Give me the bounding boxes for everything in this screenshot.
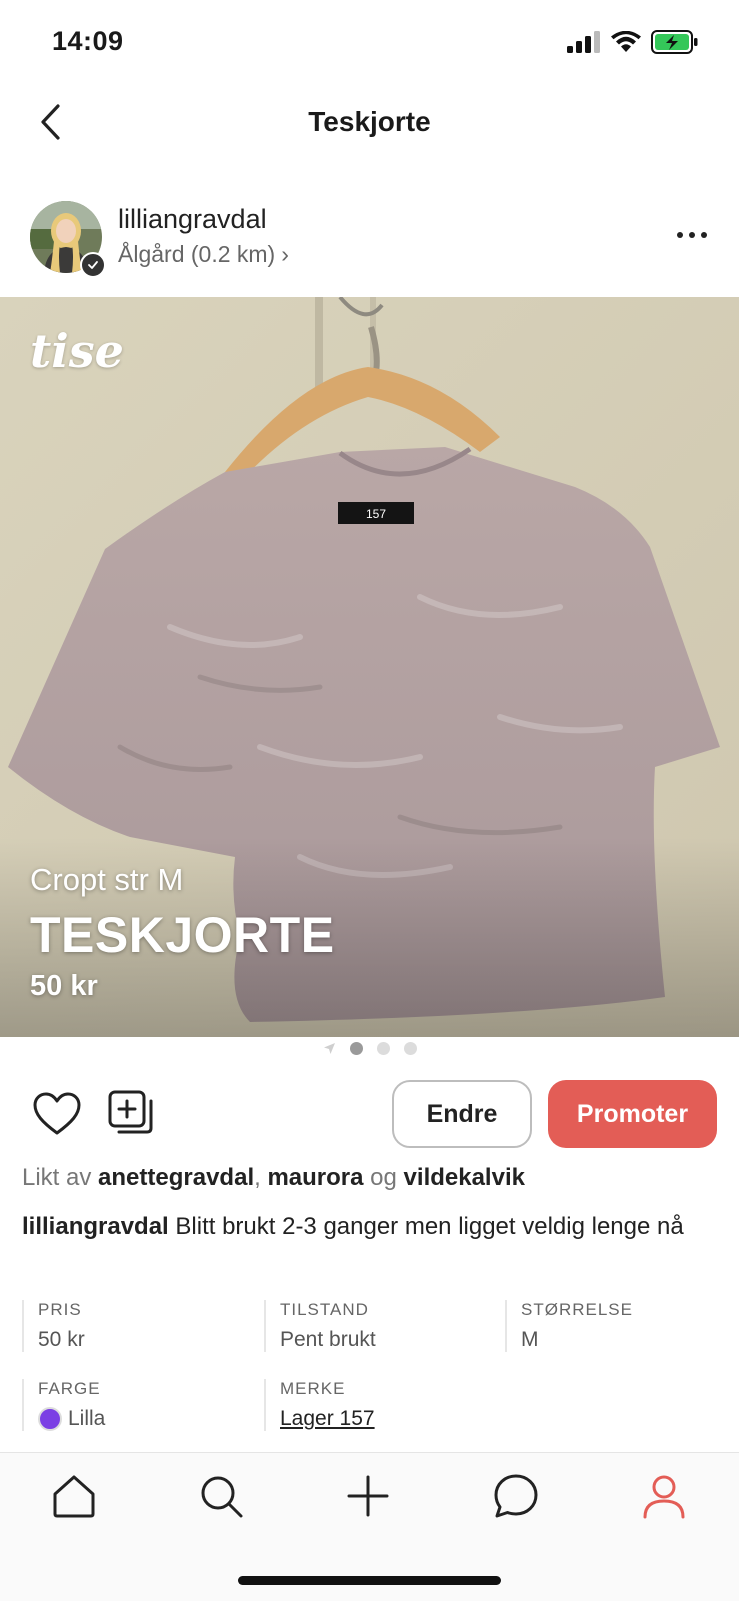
location-arrow-icon — [323, 1043, 335, 1054]
more-dot-icon — [701, 232, 707, 238]
pager-dot[interactable] — [403, 1042, 417, 1055]
battery-icon — [651, 30, 698, 54]
signal-icon — [567, 31, 600, 53]
tise-watermark-logo: tise — [30, 324, 124, 378]
search-icon — [201, 1476, 243, 1518]
attr-color: FARGE Lilla — [22, 1379, 105, 1431]
svg-text:157: 157 — [366, 507, 386, 521]
liked-by-prefix: Likt av — [22, 1164, 92, 1191]
pager-dot-active[interactable] — [349, 1042, 363, 1055]
add-to-collection-icon — [108, 1090, 153, 1134]
brand-link[interactable]: Lager 157 — [280, 1407, 375, 1431]
attr-price-label: PRIS — [38, 1300, 82, 1319]
status-icons — [567, 30, 699, 54]
attr-size-value: M — [521, 1328, 539, 1351]
tab-search[interactable] — [197, 1472, 245, 1520]
wifi-icon — [611, 31, 641, 52]
photo-pager[interactable] — [0, 1042, 739, 1055]
tab-messages[interactable] — [492, 1472, 540, 1520]
attr-condition-value: Pent brukt — [280, 1328, 376, 1351]
color-swatch-icon — [38, 1407, 62, 1431]
attr-condition: TILSTAND Pent brukt — [264, 1300, 376, 1352]
promote-button[interactable]: Promoter — [548, 1080, 717, 1148]
attr-color-label: FARGE — [38, 1379, 101, 1398]
photo-subtitle: Cropt str M — [30, 862, 184, 897]
liked-by-conjunction: og — [370, 1164, 397, 1191]
home-icon — [53, 1475, 95, 1518]
tab-home[interactable] — [50, 1472, 98, 1520]
liked-by-user[interactable]: anettegravdal — [98, 1164, 254, 1191]
plus-icon — [347, 1475, 389, 1517]
status-time: 14:09 — [52, 26, 124, 56]
heart-icon — [33, 1092, 81, 1135]
more-dot-icon — [677, 232, 683, 238]
item-description: lilliangravdal Blitt brukt 2-3 ganger me… — [22, 1208, 712, 1246]
tab-profile[interactable] — [640, 1472, 688, 1520]
liked-by-user[interactable]: maurora — [267, 1164, 363, 1191]
profile-icon — [643, 1475, 685, 1519]
seller-username[interactable]: lilliangravdal — [118, 204, 267, 235]
chat-icon — [494, 1474, 538, 1518]
more-dot-icon — [689, 232, 695, 238]
attr-color-value: Lilla — [68, 1407, 106, 1430]
photo-title: TESKJORTE — [30, 907, 335, 963]
attr-price-value: 50 kr — [38, 1328, 85, 1351]
seller-location-text: Ålgård (0.2 km) — [118, 241, 276, 267]
attr-size-label: STØRRELSE — [521, 1300, 633, 1319]
attr-brand-label: MERKE — [280, 1379, 346, 1398]
liked-by-separator: , — [254, 1164, 261, 1191]
liked-by-user[interactable]: vildekalvik — [404, 1164, 525, 1191]
chevron-right-icon: › — [281, 241, 289, 267]
page-title: Teskjorte — [308, 106, 431, 137]
attr-brand: MERKE Lager 157 — [264, 1379, 375, 1431]
photo-price: 50 kr — [30, 970, 98, 1002]
description-author[interactable]: lilliangravdal — [22, 1213, 169, 1240]
description-text: Blitt brukt 2-3 ganger men ligget veldig… — [175, 1213, 684, 1240]
like-button[interactable] — [32, 1091, 82, 1137]
save-to-collection-button[interactable] — [107, 1089, 157, 1139]
attr-size: STØRRELSE M — [505, 1300, 633, 1352]
pager-dot[interactable] — [376, 1042, 390, 1055]
more-options-button[interactable] — [677, 232, 707, 238]
edit-button[interactable]: Endre — [392, 1080, 532, 1148]
home-indicator[interactable] — [238, 1576, 501, 1585]
seller-location[interactable]: Ålgård (0.2 km) › — [118, 241, 289, 268]
tab-create[interactable] — [344, 1472, 392, 1520]
verified-badge-icon — [80, 252, 106, 278]
attr-price: PRIS 50 kr — [22, 1300, 85, 1352]
liked-by-text: Likt av anettegravdal, maurora og vildek… — [22, 1164, 525, 1192]
attr-condition-label: TILSTAND — [280, 1300, 369, 1319]
